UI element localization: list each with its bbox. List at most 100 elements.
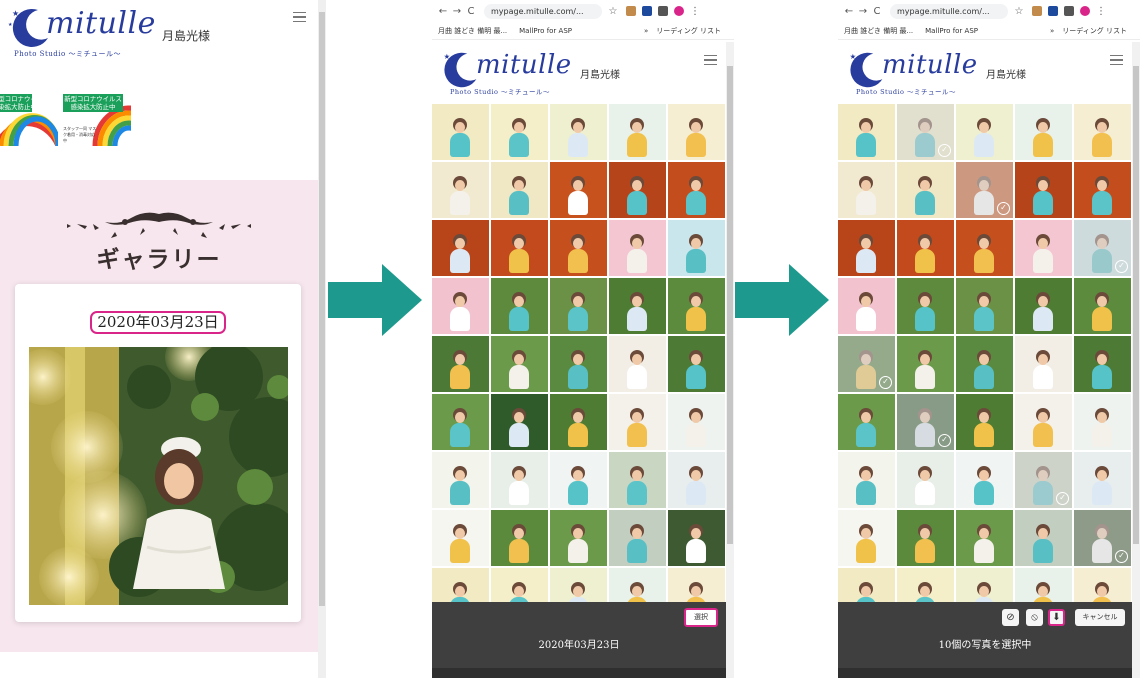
photo-thumbnail[interactable] [432, 452, 489, 508]
reload-icon[interactable]: C [464, 6, 478, 17]
photo-thumbnail[interactable] [1074, 394, 1131, 450]
bookmark-star-icon[interactable]: ☆ [1012, 6, 1026, 17]
photo-thumbnail[interactable] [956, 510, 1013, 566]
bookmark-item[interactable]: 月曲 誰どき 備明 最... [844, 26, 913, 36]
photo-thumbnail[interactable]: ✓ [1015, 452, 1072, 508]
photo-thumbnail[interactable] [956, 278, 1013, 334]
browser-scrollbar[interactable] [726, 42, 734, 678]
album-cover-photo[interactable] [29, 347, 288, 605]
covid-banner-1[interactable]: 新型コロナウイルス 感染拡大防止中 [0, 88, 58, 146]
select-all-icon[interactable]: ⊘ [1002, 609, 1019, 626]
check-icon[interactable]: ✓ [1115, 260, 1128, 273]
extension-icon[interactable] [1032, 6, 1042, 16]
menu-icon[interactable] [704, 55, 717, 66]
photo-thumbnail[interactable] [897, 162, 954, 218]
menu-dots-icon[interactable]: ⋮ [688, 6, 702, 17]
reading-list[interactable]: リーディング リスト [656, 26, 721, 36]
deselect-icon[interactable]: ⦸ [1026, 609, 1043, 626]
photo-thumbnail[interactable] [668, 162, 725, 218]
photo-thumbnail[interactable] [838, 452, 895, 508]
bookmark-star-icon[interactable]: ☆ [606, 6, 620, 17]
forward-icon[interactable]: → [856, 6, 870, 17]
photo-thumbnail[interactable] [432, 336, 489, 392]
reading-list[interactable]: リーディング リスト [1062, 26, 1127, 36]
profile-icon[interactable] [1080, 6, 1090, 16]
site-logo[interactable]: ★ ★ mitulle Photo Studio 〜ミチュール〜 [8, 6, 155, 62]
photo-thumbnail[interactable] [491, 510, 548, 566]
forward-icon[interactable]: → [450, 6, 464, 17]
profile-icon[interactable] [674, 6, 684, 16]
photo-thumbnail[interactable] [838, 394, 895, 450]
photo-thumbnail[interactable] [550, 278, 607, 334]
photo-thumbnail[interactable]: ✓ [956, 162, 1013, 218]
select-button[interactable]: 選択 [684, 608, 718, 627]
photo-thumbnail[interactable] [1015, 510, 1072, 566]
site-logo[interactable]: ★ mitulle Photo Studio 〜ミチュール〜 [440, 50, 585, 98]
photo-thumbnail[interactable] [897, 452, 954, 508]
photo-thumbnail[interactable] [550, 104, 607, 160]
photo-thumbnail[interactable] [897, 220, 954, 276]
photo-thumbnail[interactable] [668, 278, 725, 334]
photo-thumbnail[interactable] [1015, 278, 1072, 334]
photo-thumbnail[interactable] [609, 452, 666, 508]
menu-icon[interactable] [1110, 55, 1123, 66]
photo-thumbnail[interactable] [1015, 104, 1072, 160]
photo-thumbnail[interactable] [668, 510, 725, 566]
extension-icon[interactable] [642, 6, 652, 16]
photo-thumbnail[interactable] [609, 220, 666, 276]
bookmarks-more[interactable]: » [644, 27, 648, 35]
check-icon[interactable]: ✓ [997, 202, 1010, 215]
photo-thumbnail[interactable] [609, 336, 666, 392]
photo-thumbnail[interactable] [838, 162, 895, 218]
reload-icon[interactable]: C [870, 6, 884, 17]
photo-thumbnail[interactable] [956, 104, 1013, 160]
photo-thumbnail[interactable] [609, 278, 666, 334]
photo-thumbnail[interactable] [1074, 452, 1131, 508]
photo-thumbnail[interactable] [550, 394, 607, 450]
photo-thumbnail[interactable] [491, 452, 548, 508]
photo-thumbnail[interactable] [956, 336, 1013, 392]
photo-thumbnail[interactable] [432, 278, 489, 334]
photo-thumbnail[interactable] [838, 510, 895, 566]
photo-thumbnail[interactable] [897, 336, 954, 392]
photo-thumbnail[interactable]: ✓ [1074, 220, 1131, 276]
photo-thumbnail[interactable] [432, 510, 489, 566]
bookmark-item[interactable]: 月曲 誰どき 備明 最... [438, 26, 507, 36]
photo-thumbnail[interactable] [432, 220, 489, 276]
photo-thumbnail[interactable] [432, 104, 489, 160]
photo-thumbnail[interactable] [1015, 336, 1072, 392]
check-icon[interactable]: ✓ [1115, 550, 1128, 563]
photo-thumbnail[interactable] [491, 220, 548, 276]
photo-thumbnail[interactable] [897, 510, 954, 566]
page-scrollbar[interactable] [318, 0, 326, 678]
photo-thumbnail[interactable] [609, 104, 666, 160]
menu-icon[interactable] [293, 12, 306, 23]
photo-thumbnail[interactable] [432, 162, 489, 218]
photo-thumbnail[interactable] [1074, 336, 1131, 392]
photo-thumbnail[interactable] [550, 162, 607, 218]
photo-thumbnail[interactable] [1015, 220, 1072, 276]
back-icon[interactable]: ← [842, 6, 856, 17]
photo-thumbnail[interactable] [838, 278, 895, 334]
photo-thumbnail[interactable] [609, 394, 666, 450]
photo-thumbnail[interactable] [491, 394, 548, 450]
photo-thumbnail[interactable]: ✓ [897, 394, 954, 450]
photo-thumbnail[interactable] [668, 336, 725, 392]
photo-thumbnail[interactable] [668, 452, 725, 508]
bookmark-item[interactable]: MallPro for ASP [925, 27, 978, 35]
photo-thumbnail[interactable] [956, 394, 1013, 450]
photo-thumbnail[interactable] [550, 220, 607, 276]
bookmark-item[interactable]: MallPro for ASP [519, 27, 572, 35]
photo-thumbnail[interactable] [491, 162, 548, 218]
photo-thumbnail[interactable] [1074, 162, 1131, 218]
extension-icon[interactable] [1048, 6, 1058, 16]
photo-thumbnail[interactable] [668, 220, 725, 276]
photo-thumbnail[interactable] [838, 220, 895, 276]
check-icon[interactable]: ✓ [938, 144, 951, 157]
photo-thumbnail[interactable] [956, 452, 1013, 508]
photo-thumbnail[interactable] [550, 452, 607, 508]
photo-thumbnail[interactable] [838, 104, 895, 160]
photo-thumbnail[interactable] [609, 162, 666, 218]
site-logo[interactable]: ★ mitulle Photo Studio 〜ミチュール〜 [846, 50, 991, 98]
photo-thumbnail[interactable] [1074, 104, 1131, 160]
